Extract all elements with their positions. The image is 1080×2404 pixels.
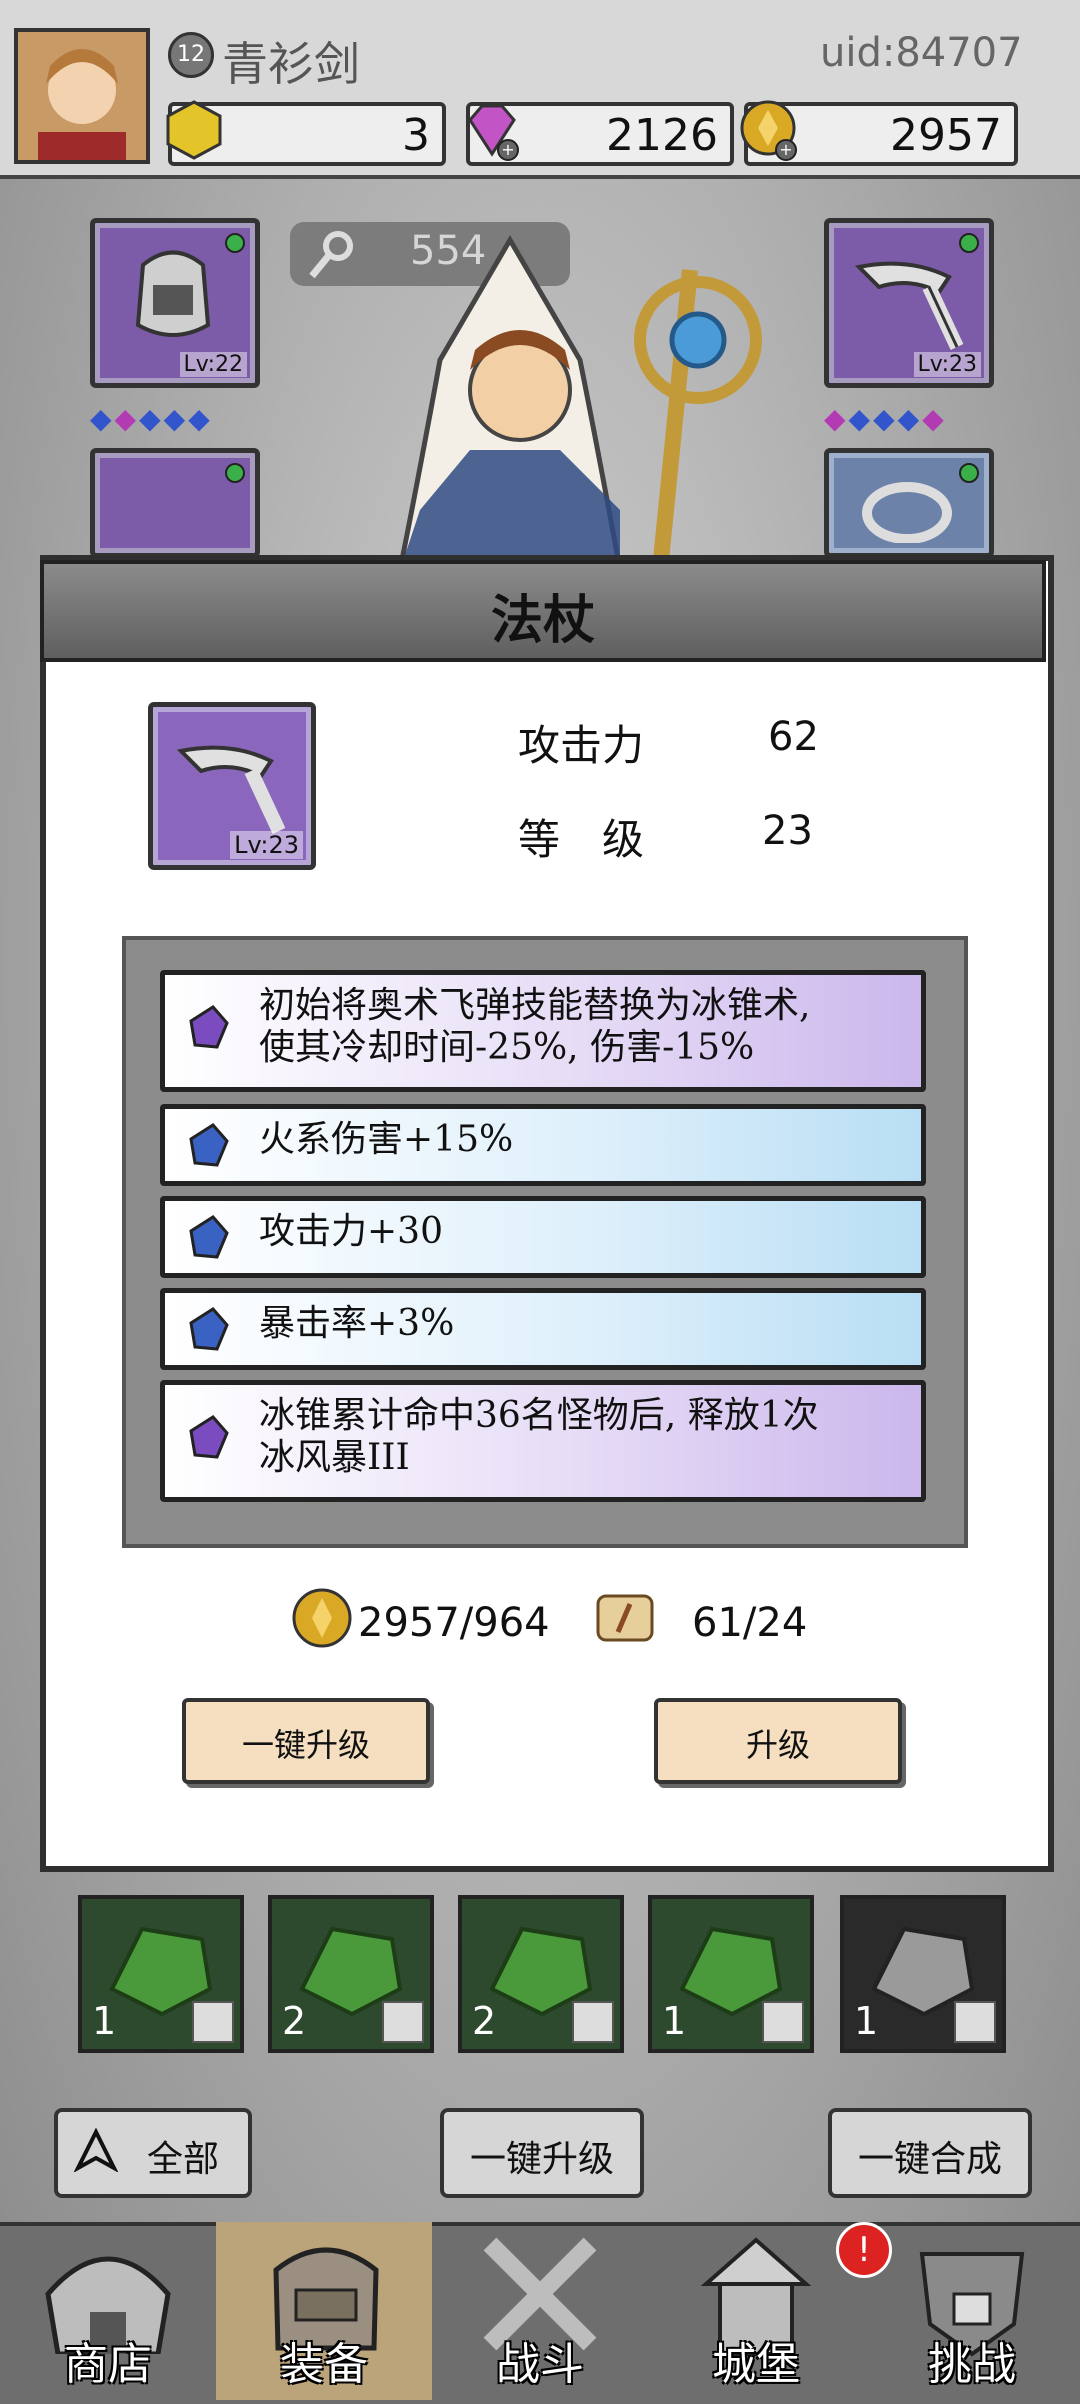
staff-icon	[854, 261, 964, 350]
energy-counter: 3	[166, 100, 446, 166]
tab-challenge-label: 挑战	[928, 2339, 1016, 2390]
purple-gem-icon	[189, 1005, 229, 1049]
material-item[interactable]: 1	[840, 1895, 1006, 2053]
gem-counter[interactable]: + 2126	[466, 102, 734, 166]
energy-value: 3	[402, 110, 430, 161]
diamond-icon: +	[468, 104, 519, 161]
staff-tag-icon	[192, 2001, 234, 2043]
coin-counter[interactable]: + 2957	[740, 100, 1018, 166]
equip-slot-ring[interactable]	[824, 448, 994, 558]
tab-castle[interactable]: 城堡	[648, 2222, 864, 2400]
equip-slot-helmet[interactable]: Lv:22	[90, 218, 260, 388]
item-level: Lv:23	[230, 831, 303, 859]
necklace-tag-icon	[572, 2001, 614, 2043]
tab-shop-label: 商店	[64, 2339, 152, 2390]
tab-equipment[interactable]: 装备	[216, 2222, 432, 2400]
material-count: 2	[472, 1999, 497, 2043]
blue-gem-icon	[189, 1123, 229, 1167]
item-preview-slot: Lv:23	[148, 702, 316, 870]
helmet-gem-sockets: ◆◆◆◆◆	[90, 402, 213, 435]
stat-label-attack: 攻击力	[518, 721, 645, 770]
bulk-upgrade-label: 一键升级	[469, 2139, 614, 2180]
tab-castle-label: 城堡	[712, 2339, 800, 2390]
slot-new-dot	[225, 233, 245, 253]
affix-text: 初始将奥术飞弹技能替换为冰锥术, 使其冷却时间-25%, 伤害-15%	[259, 985, 811, 1068]
material-item[interactable]: 2	[458, 1895, 624, 2053]
scroll-cost: 61/24	[692, 1600, 808, 1646]
stat-value-attack: 62	[768, 714, 819, 760]
armor-tag-icon	[954, 2001, 996, 2043]
tab-battle-label: 战斗	[496, 2339, 584, 2390]
ring-icon	[862, 482, 952, 543]
material-count: 2	[282, 1999, 307, 2043]
staff-power-icon	[309, 231, 353, 279]
player-uid: uid:84707	[820, 30, 1023, 76]
upgrade-button[interactable]: 升级	[654, 1698, 902, 1784]
filter-all-label: 全部	[146, 2139, 219, 2180]
gold-coin-icon	[292, 1588, 352, 1648]
slot-new-dot	[225, 463, 245, 483]
weapon-gem-sockets: ◆◆◆◆◆	[824, 402, 947, 435]
hero-mage-figure	[397, 235, 762, 570]
tab-challenge[interactable]: 挑战	[864, 2222, 1080, 2400]
svg-text:+: +	[501, 140, 514, 159]
equip-slot-armor[interactable]	[90, 448, 260, 558]
material-count: 1	[92, 1999, 117, 2043]
blue-gem-icon	[189, 1307, 229, 1351]
necklace-tag-icon	[762, 2001, 804, 2043]
material-item[interactable]: 1	[648, 1895, 814, 2053]
stat-label-level: 等 级	[518, 815, 645, 864]
gold-coin-icon: +	[740, 100, 797, 161]
affix-row: 攻击力+30	[160, 1196, 926, 1278]
slot-level: Lv:23	[913, 352, 981, 377]
equip-slot-weapon[interactable]: Lv:23	[824, 218, 994, 388]
coin-value: 2957	[890, 110, 1002, 161]
affix-text: 攻击力+30	[259, 1211, 443, 1252]
coin-cost: 2957/964	[358, 1600, 550, 1646]
filter-all-button[interactable]: 全部	[54, 2108, 252, 2198]
affix-row: 暴击率+3%	[160, 1288, 926, 1370]
svg-text:+: +	[779, 140, 792, 159]
stat-value-level: 23	[762, 808, 813, 854]
affix-text: 暴击率+3%	[259, 1303, 455, 1344]
tab-shop[interactable]: 商店	[0, 2222, 216, 2400]
affix-text: 火系伤害+15%	[259, 1119, 514, 1160]
modal-title: 法杖	[490, 590, 595, 651]
avatar[interactable]	[14, 28, 150, 164]
upgrade-all-button[interactable]: 一键升级	[182, 1698, 430, 1784]
material-count: 1	[854, 1999, 879, 2043]
upgrade-all-label: 一键升级	[241, 1726, 370, 1764]
tab-battle[interactable]: 战斗	[432, 2222, 648, 2400]
material-item[interactable]: 1	[78, 1895, 244, 2053]
affix-row: 火系伤害+15%	[160, 1104, 926, 1186]
affix-row: 冰锥累计命中36名怪物后, 释放1次 冰风暴III	[160, 1380, 926, 1502]
blue-gem-icon	[189, 1215, 229, 1259]
avatar-portrait-icon	[18, 32, 146, 160]
slot-level: Lv:22	[179, 352, 247, 377]
player-name: 青衫剑	[222, 37, 360, 91]
material-item[interactable]: 2	[268, 1895, 434, 2053]
ring-tag-icon	[382, 2001, 424, 2043]
bulk-upgrade-button[interactable]: 一键升级	[440, 2108, 644, 2198]
energy-hexagon-icon	[166, 100, 222, 160]
modal-title-bar: 法杖	[40, 560, 1046, 662]
staff-icon	[176, 745, 286, 834]
upgrade-label: 升级	[745, 1726, 810, 1764]
slot-new-dot	[959, 233, 979, 253]
bulk-merge-label: 一键合成	[857, 2139, 1002, 2180]
purple-gem-icon	[189, 1415, 229, 1459]
affix-text: 冰锥累计命中36名怪物后, 释放1次 冰风暴III	[259, 1395, 819, 1478]
bulk-merge-button[interactable]: 一键合成	[828, 2108, 1032, 2198]
player-level-badge: 12	[168, 32, 214, 78]
affix-row: 初始将奥术飞弹技能替换为冰锥术, 使其冷却时间-25%, 伤害-15%	[160, 970, 926, 1092]
gem-value: 2126	[606, 110, 718, 161]
slot-new-dot	[959, 463, 979, 483]
tab-equipment-label: 装备	[280, 2339, 368, 2390]
helmet-icon	[135, 250, 211, 337]
scroll-icon	[596, 1594, 654, 1642]
material-count: 1	[662, 1999, 687, 2043]
